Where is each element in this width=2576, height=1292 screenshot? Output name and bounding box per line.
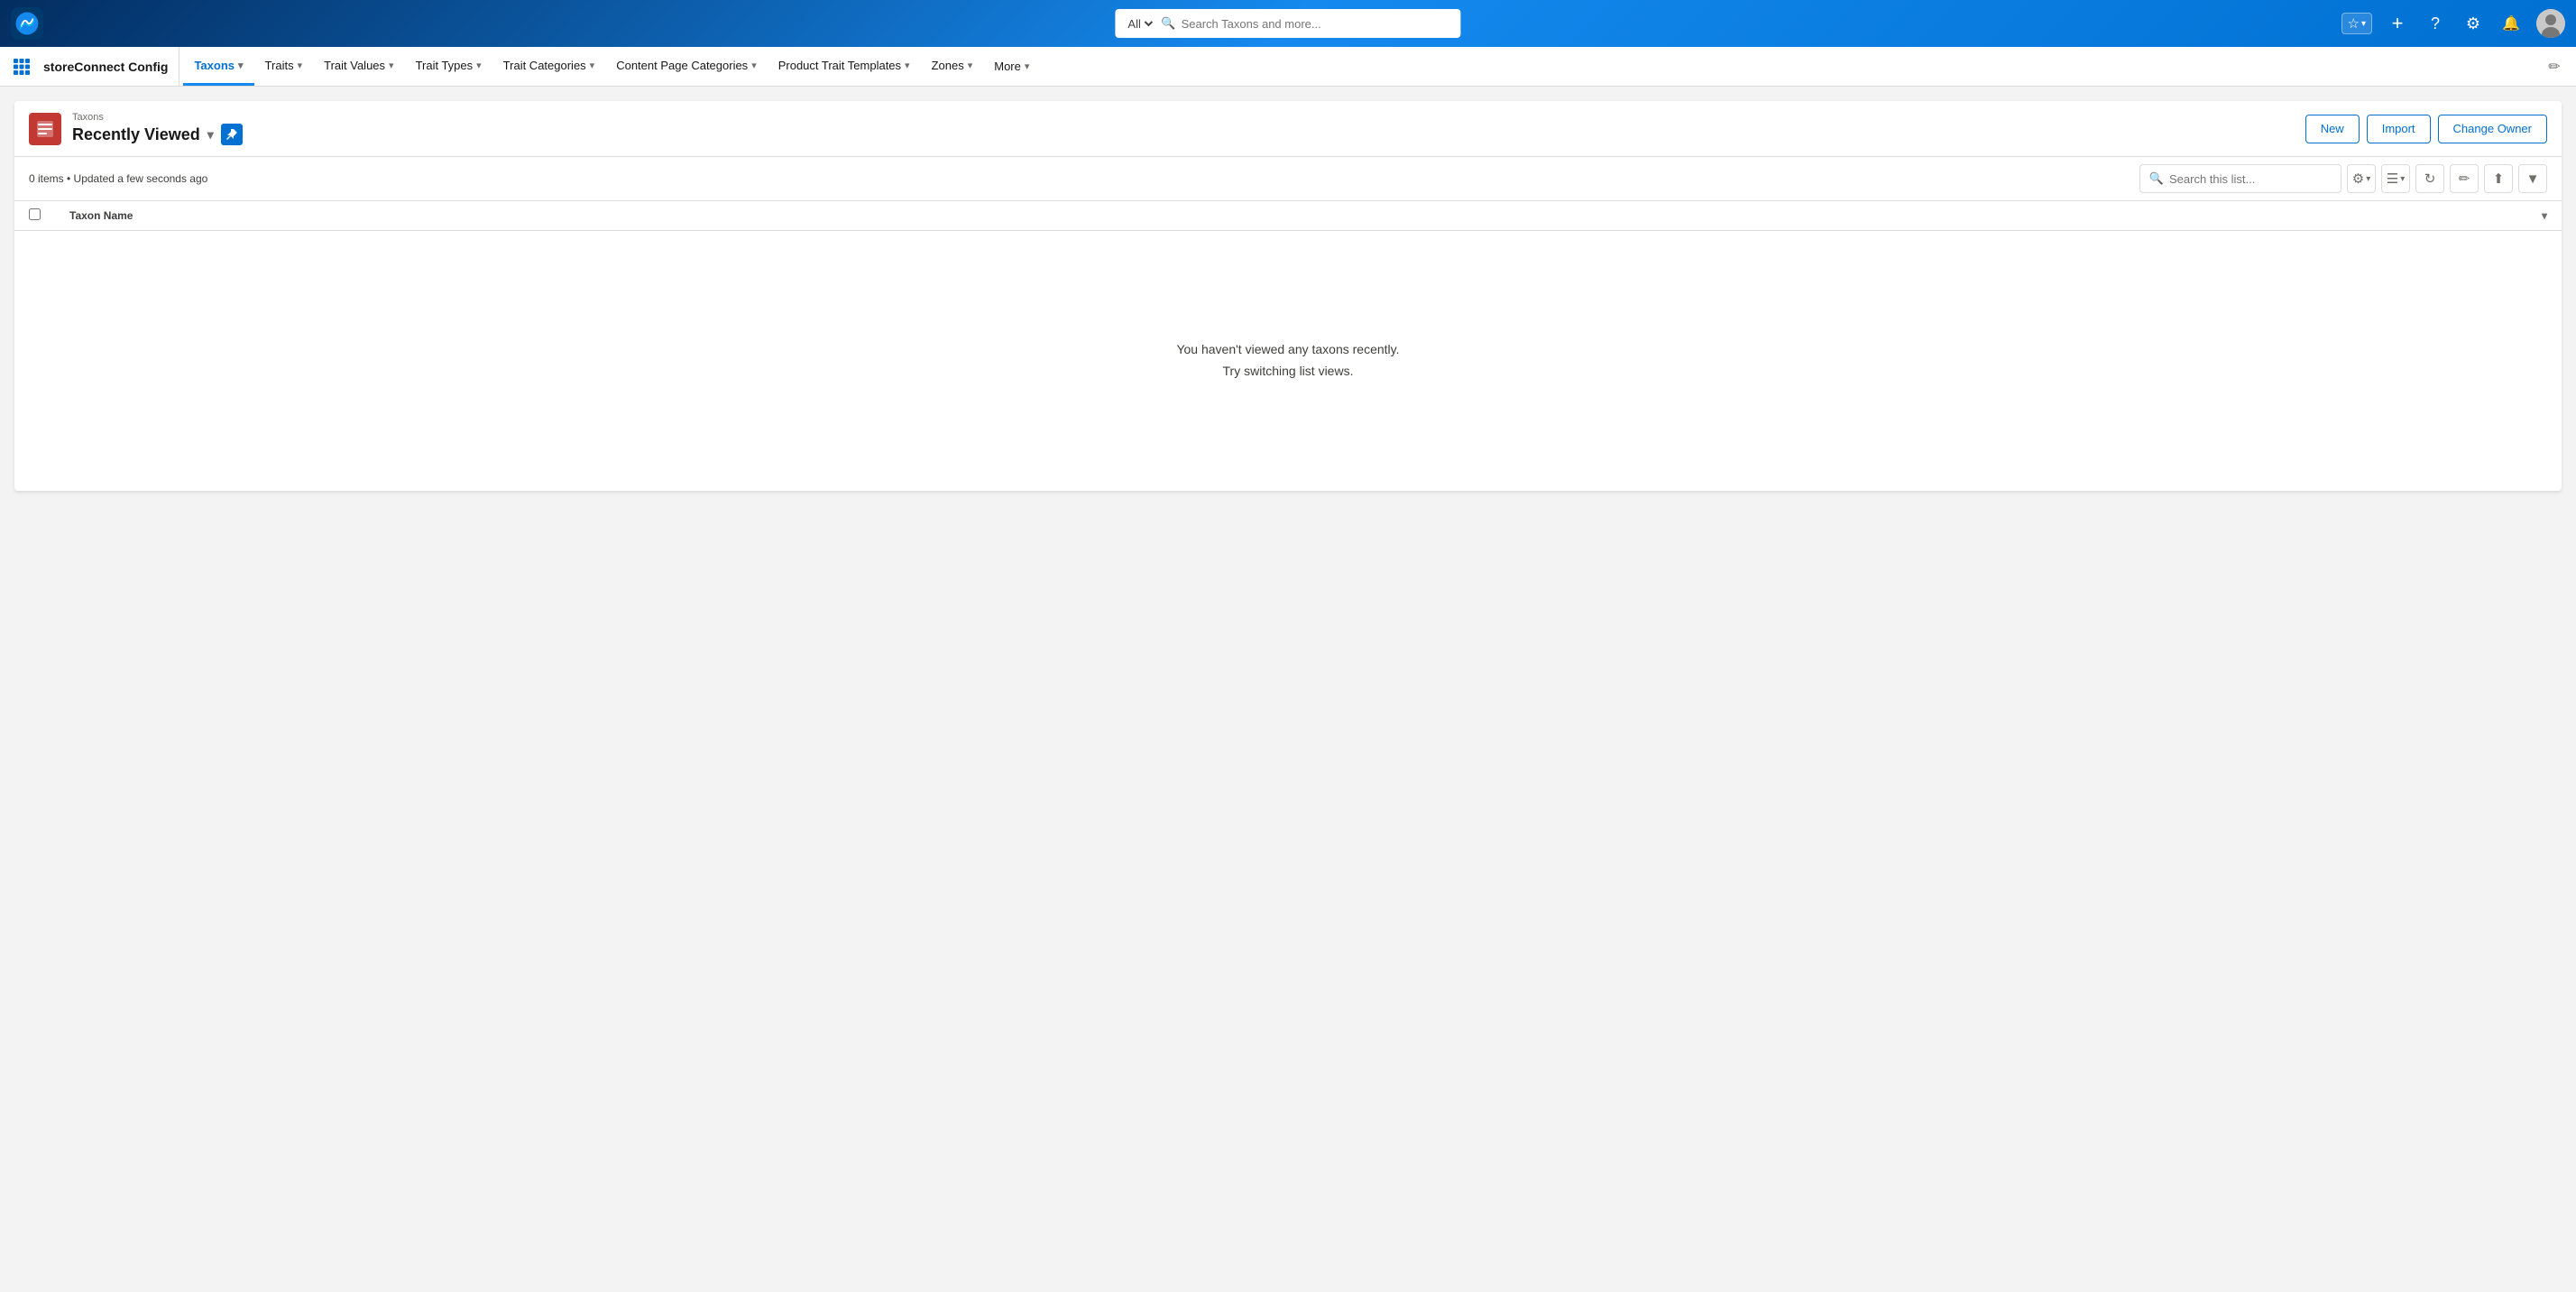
nav-item-trait-categories[interactable]: Trait Categories ▾	[492, 47, 606, 86]
app-launcher-icon[interactable]	[7, 47, 36, 86]
zones-nav-chevron: ▾	[968, 60, 973, 71]
nav-more-button[interactable]: More ▾	[983, 47, 1040, 86]
nav-item-taxons[interactable]: Taxons ▾	[183, 47, 253, 86]
column-sort-icon[interactable]: ▾	[2542, 209, 2547, 222]
upload-button[interactable]: ⬆	[2484, 164, 2513, 193]
navbar: storeConnect Config Taxons ▾ Traits ▾ Tr…	[0, 47, 2576, 87]
filter-button[interactable]: ▼	[2518, 164, 2547, 193]
list-table: Taxon Name ▾ You haven't viewed any taxo…	[14, 201, 2562, 491]
global-search-input[interactable]	[1182, 17, 1452, 31]
star-chevron-icon: ▾	[2361, 19, 2366, 29]
trait-values-nav-chevron: ▾	[389, 60, 394, 71]
edit-columns-button[interactable]: ✏	[2450, 164, 2479, 193]
nav-item-trait-types[interactable]: Trait Types ▾	[405, 47, 492, 86]
table-icon: ☰	[2387, 171, 2398, 187]
app-name[interactable]: storeConnect Config	[40, 47, 179, 86]
empty-state-line2: Try switching list views.	[32, 361, 2544, 383]
edit-icon: ✏	[2459, 171, 2470, 187]
select-all-checkbox[interactable]	[29, 208, 41, 220]
topbar-actions: ☆ ▾ + ? ⚙ 🔔	[2341, 9, 2565, 38]
trait-categories-nav-chevron: ▾	[590, 60, 595, 71]
page-content: Taxons Recently Viewed ▾ New Import Chan…	[0, 87, 2576, 1292]
help-button[interactable]: ?	[2423, 11, 2448, 36]
list-display-button[interactable]: ☰ ▾	[2381, 164, 2410, 193]
pin-button[interactable]	[221, 124, 243, 145]
taxons-nav-chevron: ▾	[238, 60, 244, 71]
favorites-button[interactable]: ☆ ▾	[2341, 13, 2372, 34]
display-chevron-icon: ▾	[2400, 174, 2405, 184]
list-search-input[interactable]	[2169, 172, 2332, 186]
view-name-chevron-icon[interactable]: ▾	[207, 127, 214, 143]
nav-item-product-trait-templates[interactable]: Product Trait Templates ▾	[768, 47, 921, 86]
list-toolbar-right: 🔍 ⚙ ▾ ☰ ▾ ↻ ✏ ⬆	[2139, 164, 2547, 193]
select-all-column	[14, 201, 55, 231]
nav-item-traits[interactable]: Traits ▾	[254, 47, 314, 86]
global-search-bar: All 🔍	[1115, 9, 1460, 38]
import-button[interactable]: Import	[2367, 115, 2431, 143]
content-page-categories-nav-chevron: ▾	[751, 60, 757, 71]
new-button[interactable]: New	[2305, 115, 2360, 143]
object-icon	[29, 113, 61, 145]
user-avatar[interactable]	[2536, 9, 2565, 38]
list-search-bar: 🔍	[2139, 164, 2341, 193]
list-header-text: Taxons Recently Viewed ▾	[72, 112, 243, 145]
nav-edit-icon[interactable]: ✏	[2540, 47, 2569, 86]
nav-item-zones[interactable]: Zones ▾	[921, 47, 984, 86]
list-settings-button[interactable]: ⚙ ▾	[2347, 164, 2376, 193]
change-owner-button[interactable]: Change Owner	[2438, 115, 2547, 143]
list-view-card: Taxons Recently Viewed ▾ New Import Chan…	[14, 101, 2562, 491]
topbar: All 🔍 ☆ ▾ + ? ⚙ 🔔	[0, 0, 2576, 47]
trait-types-nav-chevron: ▾	[476, 60, 482, 71]
list-header: Taxons Recently Viewed ▾ New Import Chan…	[14, 101, 2562, 157]
empty-state-line1: You haven't viewed any taxons recently.	[32, 339, 2544, 361]
product-trait-templates-nav-chevron: ▾	[905, 60, 910, 71]
gear-icon: ⚙	[2352, 171, 2364, 187]
object-label: Taxons	[72, 112, 243, 124]
list-toolbar: 0 items • Updated a few seconds ago 🔍 ⚙ …	[14, 157, 2562, 201]
search-icon: 🔍	[1161, 16, 1175, 31]
settings-button[interactable]: ⚙	[2461, 11, 2486, 36]
search-scope-select[interactable]: All	[1124, 16, 1155, 32]
empty-state: You haven't viewed any taxons recently. …	[14, 231, 2562, 491]
notifications-button[interactable]: 🔔	[2498, 11, 2524, 36]
list-header-actions: New Import Change Owner	[2305, 115, 2547, 143]
star-icon: ☆	[2348, 15, 2360, 32]
more-nav-chevron: ▾	[1025, 60, 1030, 72]
list-search-icon: 🔍	[2149, 171, 2164, 186]
filter-icon: ▼	[2526, 171, 2540, 187]
refresh-icon: ↻	[2424, 171, 2436, 187]
add-button[interactable]: +	[2385, 11, 2410, 36]
app-logo[interactable]	[11, 7, 43, 40]
settings-chevron-icon: ▾	[2366, 174, 2370, 184]
taxon-name-column-header: Taxon Name ▾	[55, 201, 2562, 231]
view-name: Recently Viewed	[72, 125, 200, 144]
upload-icon: ⬆	[2493, 171, 2505, 187]
list-count: 0 items • Updated a few seconds ago	[29, 172, 207, 185]
nav-item-content-page-categories[interactable]: Content Page Categories ▾	[605, 47, 768, 86]
empty-state-cell: You haven't viewed any taxons recently. …	[14, 231, 2562, 491]
traits-nav-chevron: ▾	[298, 60, 303, 71]
nav-item-trait-values[interactable]: Trait Values ▾	[313, 47, 404, 86]
refresh-button[interactable]: ↻	[2415, 164, 2444, 193]
list-view-title-row: Recently Viewed ▾	[72, 124, 243, 145]
